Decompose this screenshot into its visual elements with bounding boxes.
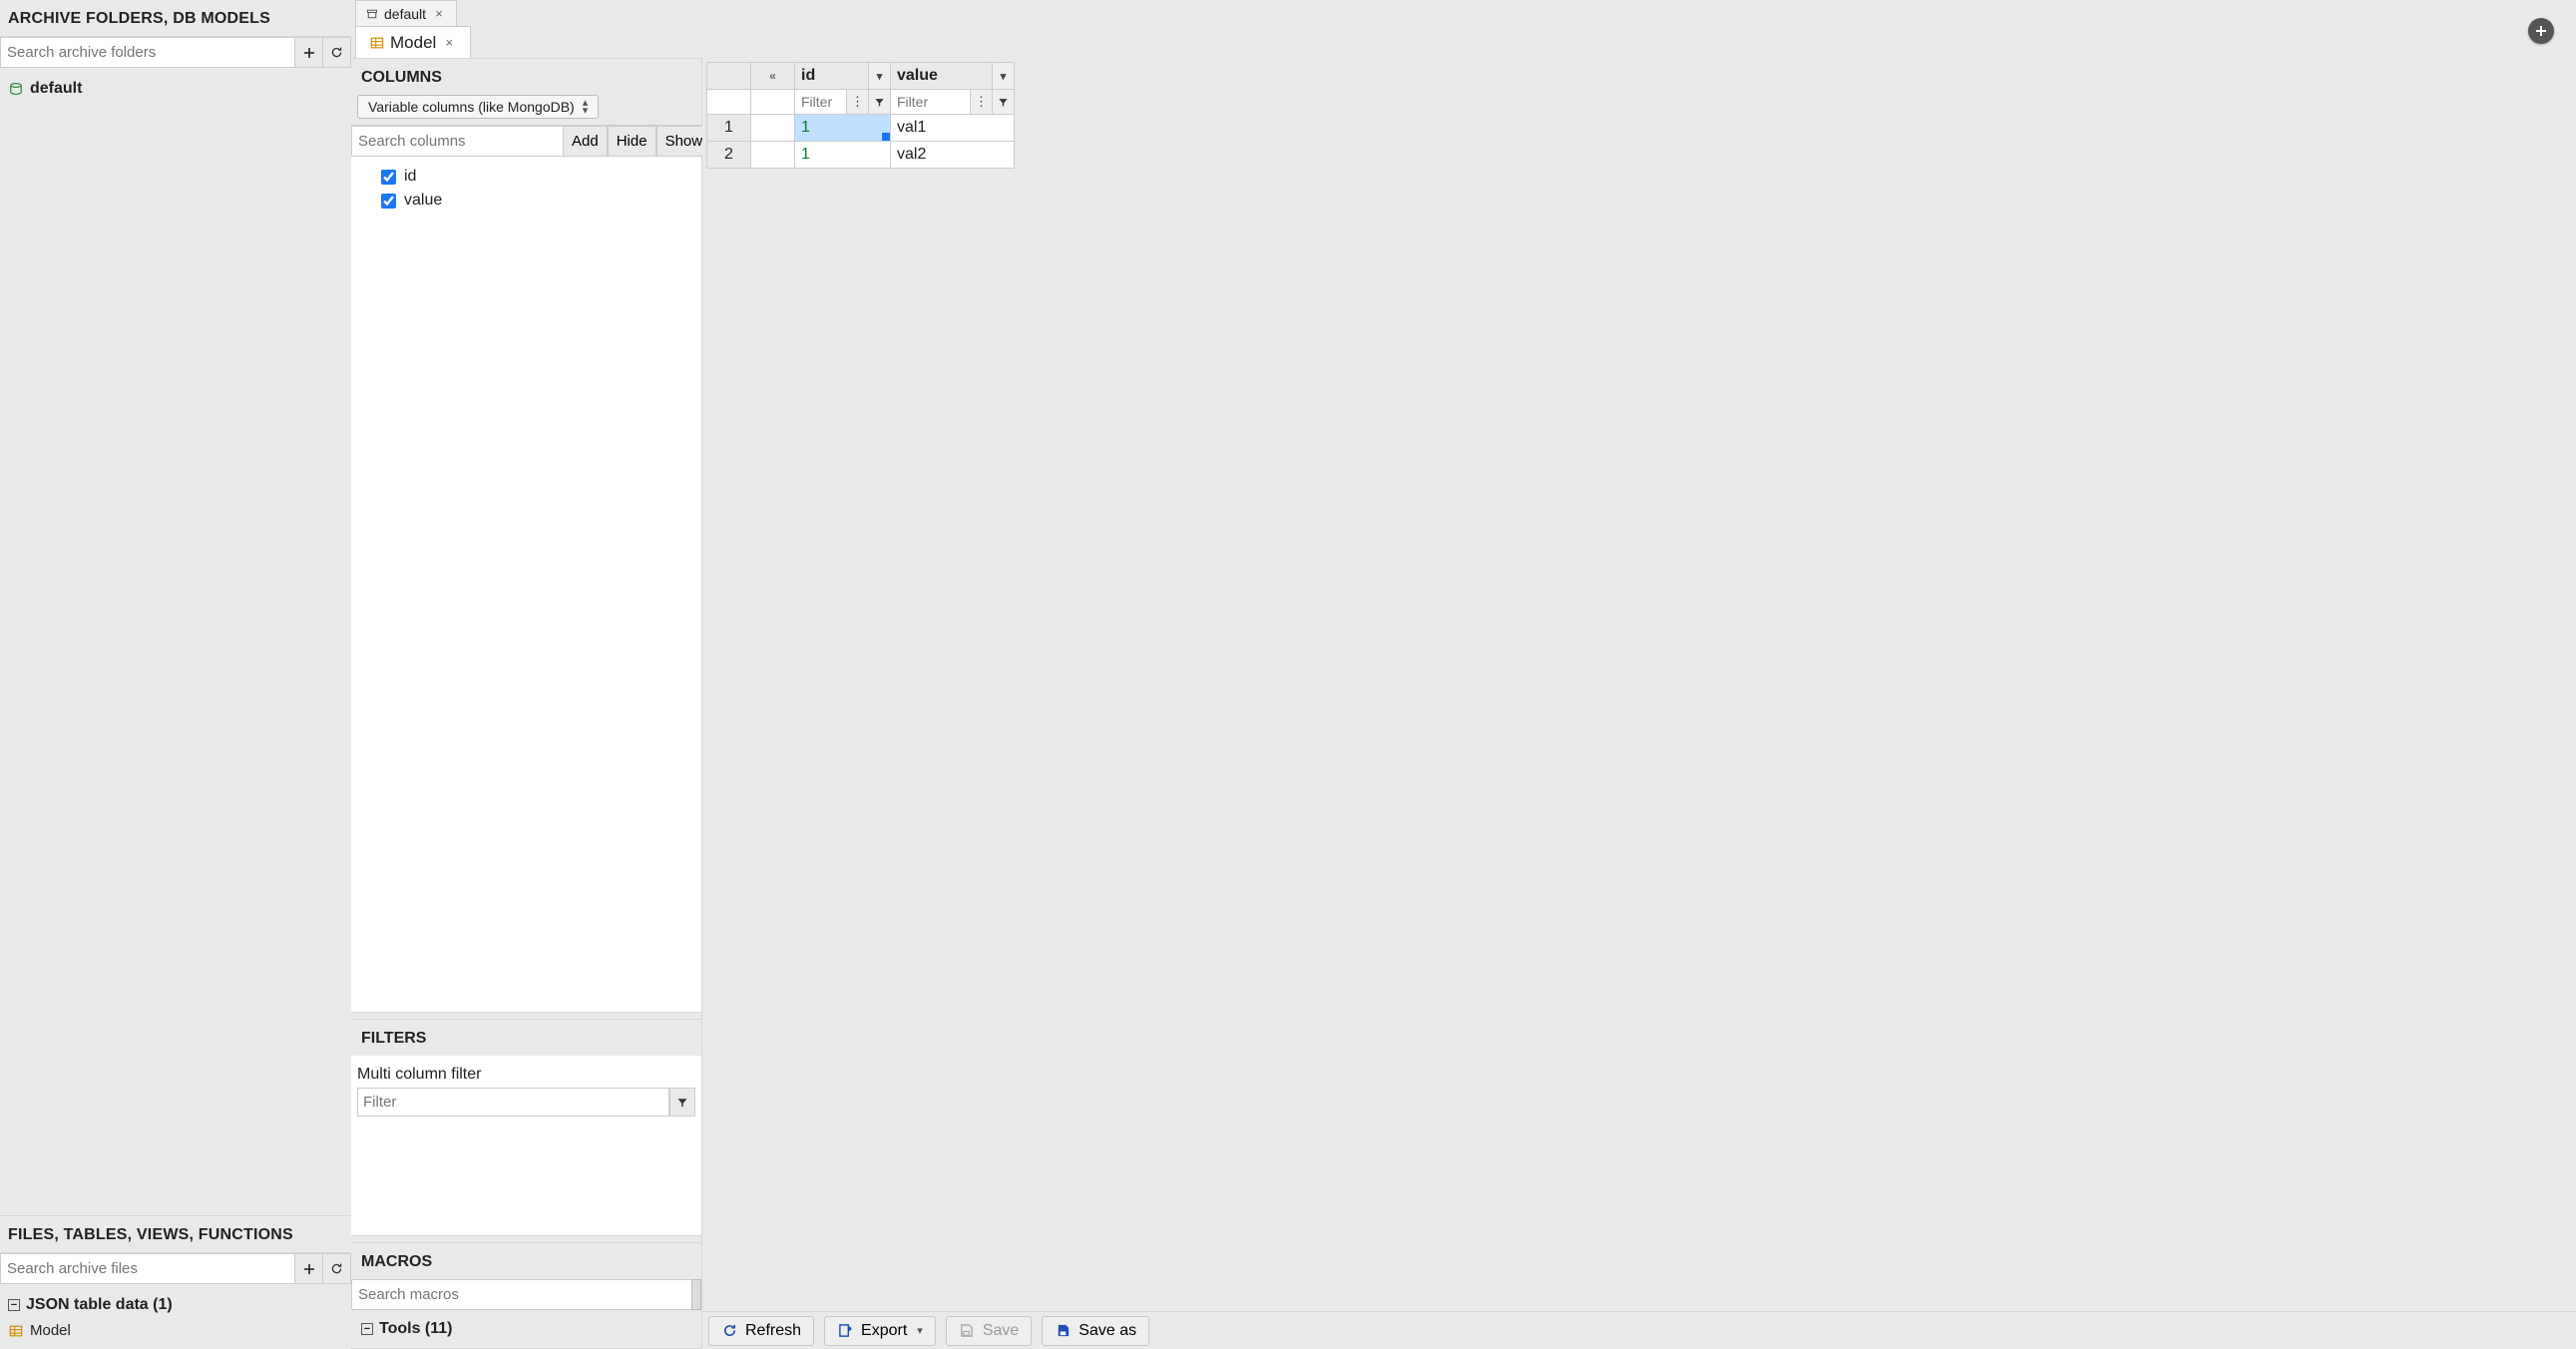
database-icon <box>8 81 24 97</box>
table-icon <box>370 36 384 50</box>
table-row[interactable]: 1 1 val1 <box>707 115 1015 142</box>
cell-id[interactable]: 1 <box>795 142 890 168</box>
save-as-label: Save as <box>1078 1322 1136 1340</box>
archive-refresh-button[interactable] <box>322 38 350 67</box>
column-label: value <box>404 192 442 210</box>
refresh-label: Refresh <box>745 1322 801 1340</box>
archive-item-label: default <box>30 80 82 98</box>
filters-header: FILTERS <box>351 1020 701 1056</box>
column-header-value[interactable]: value <box>891 63 944 89</box>
close-icon[interactable]: × <box>432 7 446 21</box>
tab-model-label: Model <box>390 33 436 53</box>
updown-icon: ▴▾ <box>583 99 589 115</box>
filter-apply-button[interactable] <box>669 1088 695 1117</box>
archive-icon <box>366 8 378 20</box>
column-item-id[interactable]: id <box>381 165 671 189</box>
files-group-json[interactable]: − JSON table data (1) <box>6 1292 345 1318</box>
column-menu-id[interactable]: ▾ <box>868 63 890 89</box>
export-button[interactable]: Export ▾ <box>824 1316 936 1346</box>
files-refresh-button[interactable] <box>322 1254 350 1283</box>
archive-tree: default <box>0 70 351 1215</box>
collapse-icon[interactable]: − <box>361 1323 373 1335</box>
cell-value[interactable]: val2 <box>891 142 1014 168</box>
column-options-id[interactable]: ⋮ <box>846 90 868 114</box>
refresh-button[interactable]: Refresh <box>708 1316 814 1346</box>
columns-header: COLUMNS <box>351 59 701 95</box>
scrollbar[interactable] <box>691 1279 701 1310</box>
column-header-id[interactable]: id <box>795 63 821 89</box>
column-options-value[interactable]: ⋮ <box>970 90 992 114</box>
cell-id[interactable]: 1 <box>795 115 890 141</box>
fab-add-button[interactable] <box>2528 18 2554 44</box>
export-icon <box>837 1323 853 1339</box>
macros-search-input[interactable] <box>351 1279 701 1310</box>
tab-default[interactable]: default × <box>355 0 457 26</box>
columns-add-button[interactable]: Add <box>563 126 608 157</box>
archive-item-default[interactable]: default <box>6 76 345 102</box>
column-menu-value[interactable]: ▾ <box>992 63 1014 89</box>
save-icon <box>959 1323 975 1339</box>
table-row[interactable]: 2 1 val2 <box>707 142 1015 169</box>
archive-search-input[interactable] <box>1 38 294 67</box>
columns-list: id value <box>351 157 701 1012</box>
export-label: Export <box>861 1322 907 1340</box>
grid-corner <box>707 63 751 90</box>
save-as-button[interactable]: Save as <box>1042 1316 1149 1346</box>
cell-value[interactable]: val1 <box>891 115 1014 141</box>
column-label: id <box>404 168 416 186</box>
filter-input[interactable] <box>357 1088 669 1117</box>
collapse-icon[interactable]: − <box>8 1299 20 1311</box>
tab-model[interactable]: Model × <box>355 26 471 58</box>
filter-input-id[interactable] <box>795 90 846 114</box>
files-item-label: Model <box>30 1322 71 1339</box>
column-checkbox[interactable] <box>381 194 396 209</box>
files-search-input[interactable] <box>1 1254 294 1283</box>
table-icon <box>8 1323 24 1339</box>
files-group-label: JSON table data (1) <box>26 1296 173 1314</box>
files-tree: − JSON table data (1) Model <box>0 1286 351 1349</box>
columns-mode-select[interactable]: Variable columns (like MongoDB) ▴▾ <box>357 95 599 119</box>
macros-header: MACROS <box>351 1243 701 1279</box>
archive-header: ARCHIVE FOLDERS, DB MODELS <box>0 0 351 37</box>
column-filter-value[interactable] <box>992 90 1014 114</box>
files-item-model[interactable]: Model <box>6 1318 345 1343</box>
save-label: Save <box>983 1322 1019 1340</box>
chevron-down-icon: ▾ <box>917 1324 923 1337</box>
files-header: FILES, TABLES, VIEWS, FUNCTIONS <box>0 1216 351 1253</box>
macros-group-tools[interactable]: − Tools (11) <box>359 1316 693 1342</box>
row-number: 1 <box>707 115 750 141</box>
archive-add-button[interactable] <box>294 38 322 67</box>
filter-input-value[interactable] <box>891 90 970 114</box>
refresh-icon <box>721 1323 737 1339</box>
columns-search-input[interactable] <box>351 126 563 157</box>
data-grid: « id▾ value▾ ⋮ ⋮ 1 1 val1 <box>706 62 1015 169</box>
close-icon[interactable]: × <box>442 36 456 50</box>
save-as-icon <box>1055 1323 1071 1339</box>
grid-expand-all[interactable]: « <box>751 63 795 90</box>
macros-group-label: Tools (11) <box>379 1320 453 1338</box>
save-button[interactable]: Save <box>946 1316 1032 1346</box>
column-filter-id[interactable] <box>868 90 890 114</box>
files-add-button[interactable] <box>294 1254 322 1283</box>
column-item-value[interactable]: value <box>381 189 671 213</box>
column-checkbox[interactable] <box>381 170 396 185</box>
columns-mode-label: Variable columns (like MongoDB) <box>368 99 575 115</box>
row-number: 2 <box>707 142 750 168</box>
columns-hide-button[interactable]: Hide <box>608 126 656 157</box>
tab-default-label: default <box>384 6 426 22</box>
bottom-toolbar: Refresh Export ▾ Save Save as <box>702 1311 2576 1349</box>
filter-label: Multi column filter <box>357 1060 695 1088</box>
